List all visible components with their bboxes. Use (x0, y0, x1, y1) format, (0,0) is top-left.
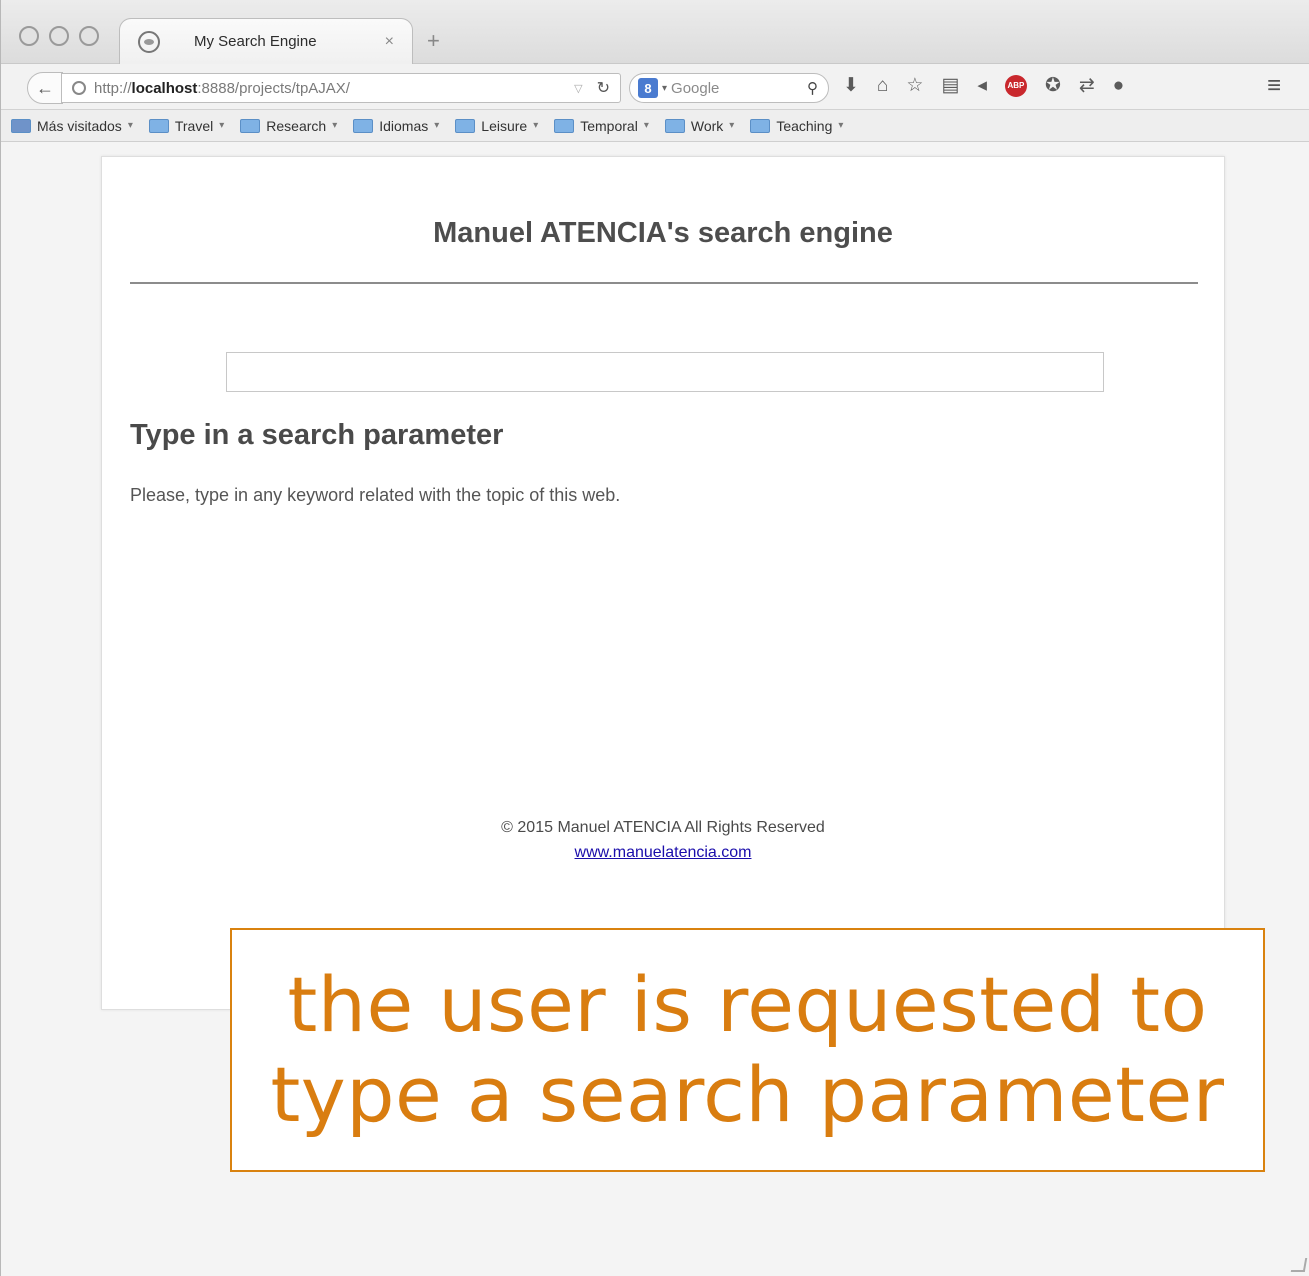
folder-icon (455, 118, 476, 133)
smart-folder-icon (11, 118, 31, 133)
bookmark-leisure[interactable]: Leisure ▾ (455, 118, 538, 134)
bookmark-temporal[interactable]: Temporal ▾ (554, 118, 649, 134)
navigation-bar: ← http://localhost:8888/projects/tpAJAX/… (1, 64, 1309, 110)
bookmarks-toolbar: Más visitados ▾ Travel ▾ Research ▾ Idiomas… (1, 110, 1309, 142)
bookmark-star-icon[interactable]: ☆ (906, 74, 923, 97)
minimize-window-button[interactable] (49, 26, 69, 46)
extension-icon[interactable]: ⇄ (1079, 74, 1095, 97)
back-button[interactable]: ← (27, 72, 63, 104)
bookmark-mas-visitados[interactable]: Más visitados ▾ (11, 118, 133, 134)
chat-icon[interactable]: ● (1113, 75, 1124, 97)
search-instruction: Please, type in any keyword related with… (130, 485, 621, 505)
window-controls (19, 26, 99, 46)
zoom-window-button[interactable] (79, 26, 99, 46)
folder-icon (148, 118, 169, 133)
bookmark-idiomas[interactable]: Idiomas ▾ (353, 118, 439, 134)
search-engine-icon[interactable]: 8 (638, 78, 658, 98)
page-title: Manuel ATENCIA's search engine (433, 217, 893, 249)
annotation-line-2: type a search parameter (270, 1050, 1225, 1139)
address-bar[interactable]: http://localhost:8888/projects/tpAJAX/ ▽… (61, 73, 621, 103)
download-icon[interactable]: ⬇ (843, 74, 859, 97)
close-tab-icon[interactable]: × (385, 33, 394, 51)
toolbar-icons: ⬇ ⌂ ☆ ▤ ◂ ABP ✪ ⇄ ● (843, 74, 1124, 97)
tab-my-search-engine[interactable]: My Search Engine × (119, 18, 413, 64)
reload-icon[interactable]: ↻ (597, 78, 610, 98)
bookmark-research[interactable]: Research ▾ (240, 118, 337, 134)
bookmarks-menu-icon[interactable]: ▤ (941, 74, 959, 97)
close-window-button[interactable] (19, 26, 39, 46)
folder-icon (554, 118, 575, 133)
url-text[interactable]: http://localhost:8888/projects/tpAJAX/ (94, 80, 574, 97)
search-engine-label: Google (671, 79, 720, 97)
folder-icon (353, 118, 374, 133)
search-input[interactable] (226, 352, 1104, 392)
folder-icon (240, 118, 261, 133)
hamburger-menu-icon[interactable]: ≡ (1267, 72, 1281, 100)
globe-icon (138, 30, 160, 53)
search-heading: Type in a search parameter (130, 419, 504, 451)
tab-strip: My Search Engine × + (1, 0, 1309, 64)
footer-website-link[interactable]: www.manuelatencia.com (575, 844, 752, 861)
footer-copyright: © 2015 Manuel ATENCIA All Rights Reserve… (501, 819, 825, 836)
home-icon[interactable]: ⌂ (877, 75, 888, 97)
title-divider (130, 282, 1198, 284)
page-container: Manuel ATENCIA's search engine Type in a… (101, 156, 1225, 1010)
tab-title: My Search Engine (194, 33, 317, 50)
resize-grip[interactable] (1290, 1258, 1308, 1272)
bookmark-travel[interactable]: Travel ▾ (148, 118, 224, 134)
annotation-callout: the user is requested to type a search p… (230, 928, 1265, 1172)
magnifier-icon[interactable]: ⚲ (807, 79, 818, 97)
folder-icon (664, 118, 685, 133)
footer-link-wrapper: www.manuelatencia.com (102, 844, 1224, 862)
adblock-icon[interactable]: ABP (1004, 74, 1027, 97)
bookmark-teaching[interactable]: Teaching ▾ (750, 118, 843, 134)
new-tab-button[interactable]: + (427, 28, 440, 54)
search-bar[interactable]: 8 ▾ Google ⚲ (629, 73, 829, 103)
send-icon[interactable]: ◂ (977, 74, 987, 97)
folder-icon (750, 118, 771, 133)
browser-window: My Search Engine × + ← http://localhost:… (0, 0, 1309, 1276)
engine-dropdown-icon[interactable]: ▾ (662, 83, 667, 94)
site-identity-icon[interactable] (72, 81, 86, 95)
addon-icon[interactable]: ✪ (1045, 74, 1061, 97)
annotation-line-1: the user is requested to (287, 960, 1208, 1050)
bookmark-work[interactable]: Work ▾ (664, 118, 734, 134)
history-dropdown-icon[interactable]: ▽ (574, 82, 582, 95)
arrow-left-icon: ← (36, 77, 54, 98)
